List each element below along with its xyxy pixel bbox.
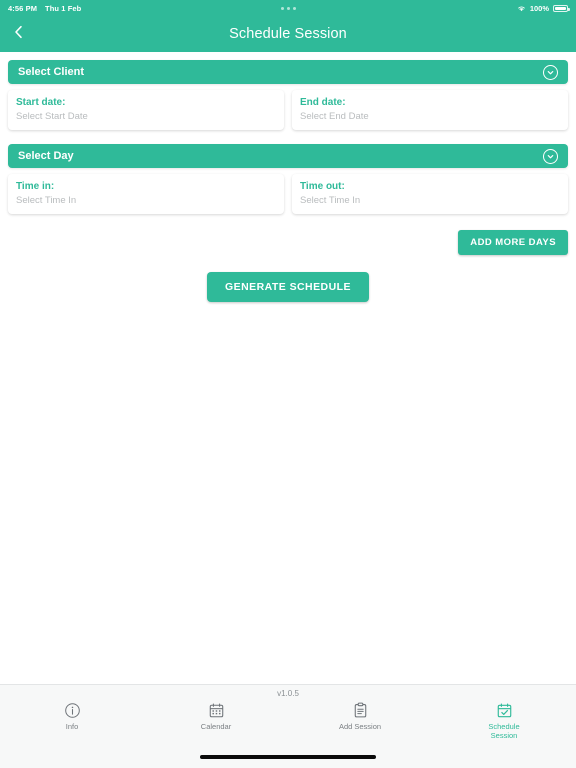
- status-bar-left: 4:56 PM Thu 1 Feb: [8, 4, 81, 13]
- time-in-field[interactable]: Time in: Select Time In: [8, 174, 284, 214]
- clipboard-icon: [352, 702, 369, 719]
- battery-icon: [553, 4, 570, 12]
- select-day-label: Select Day: [18, 150, 74, 162]
- calendar-check-icon: [496, 702, 513, 719]
- chevron-left-icon: [11, 24, 27, 45]
- calendar-icon: [208, 702, 225, 719]
- time-out-label: Time out:: [300, 181, 345, 192]
- time-field-row: Time in: Select Time In Time out: Select…: [8, 174, 568, 214]
- select-day-group: Select Day Time in: Select Time In Time …: [8, 144, 568, 214]
- tab-add-session-label: Add Session: [338, 722, 382, 731]
- select-day-header[interactable]: Select Day: [8, 144, 568, 168]
- page-title: Schedule Session: [229, 26, 347, 42]
- time-in-placeholder: Select Time In: [16, 195, 77, 206]
- tab-add-session[interactable]: Add Session: [288, 700, 432, 731]
- generate-schedule-row: GENERATE SCHEDULE: [8, 272, 568, 302]
- time-out-field[interactable]: Time out: Select Time In: [292, 174, 568, 214]
- select-client-header[interactable]: Select Client: [8, 60, 568, 84]
- tab-info[interactable]: Info: [0, 700, 144, 731]
- nav-bar: Schedule Session: [0, 16, 576, 52]
- back-button[interactable]: [4, 16, 34, 52]
- generate-schedule-button[interactable]: GENERATE SCHEDULE: [207, 272, 369, 302]
- battery-percent: 100%: [529, 3, 549, 13]
- start-date-label: Start date:: [16, 97, 66, 108]
- end-date-placeholder: Select End Date: [300, 111, 369, 122]
- time-in-label: Time in:: [16, 181, 55, 192]
- tab-info-label: Info: [65, 722, 79, 731]
- tab-label-line2: Session: [490, 731, 518, 740]
- add-more-days-button[interactable]: ADD MORE DAYS: [458, 230, 568, 255]
- status-bar-right: 100%: [517, 3, 570, 13]
- select-client-label: Select Client: [18, 66, 85, 78]
- main-content: Select Client Start date: Select Start D…: [0, 52, 576, 684]
- chevron-down-circle-icon[interactable]: [543, 64, 558, 80]
- app-version: v1.0.5: [277, 689, 299, 698]
- add-more-days-row: ADD MORE DAYS: [8, 230, 568, 255]
- select-client-group: Select Client Start date: Select Start D…: [8, 60, 568, 130]
- multitask-dots-icon: [0, 6, 576, 10]
- status-time: 4:56 PM: [8, 3, 38, 13]
- home-indicator[interactable]: [200, 755, 376, 759]
- end-date-field[interactable]: End date: Select End Date: [292, 90, 568, 130]
- wifi-icon: [517, 5, 526, 12]
- date-field-row: Start date: Select Start Date End date: …: [8, 90, 568, 130]
- chevron-down-circle-icon[interactable]: [543, 148, 558, 164]
- tab-calendar-label: Calendar: [200, 722, 232, 731]
- status-bar: 4:56 PM Thu 1 Feb 100%: [0, 0, 576, 16]
- tab-bar: Info Calendar Add Session Schedule Sessi…: [0, 700, 576, 746]
- start-date-field[interactable]: Start date: Select Start Date: [8, 90, 284, 130]
- home-indicator-area: [0, 746, 576, 768]
- app-screen: 4:56 PM Thu 1 Feb 100% Schedule Session …: [0, 0, 576, 768]
- tab-label-line1: Schedule: [488, 722, 520, 731]
- status-date: Thu 1 Feb: [45, 3, 82, 13]
- tab-schedule-session[interactable]: Schedule Session: [432, 700, 576, 740]
- bottom-bar: v1.0.5 Info Calendar Add Session Schedul…: [0, 684, 576, 768]
- info-circle-icon: [64, 702, 81, 719]
- tab-schedule-session-label: Schedule Session: [488, 722, 519, 740]
- end-date-label: End date:: [300, 97, 346, 108]
- time-out-placeholder: Select Time In: [300, 195, 361, 206]
- start-date-placeholder: Select Start Date: [16, 111, 88, 122]
- tab-calendar[interactable]: Calendar: [144, 700, 288, 731]
